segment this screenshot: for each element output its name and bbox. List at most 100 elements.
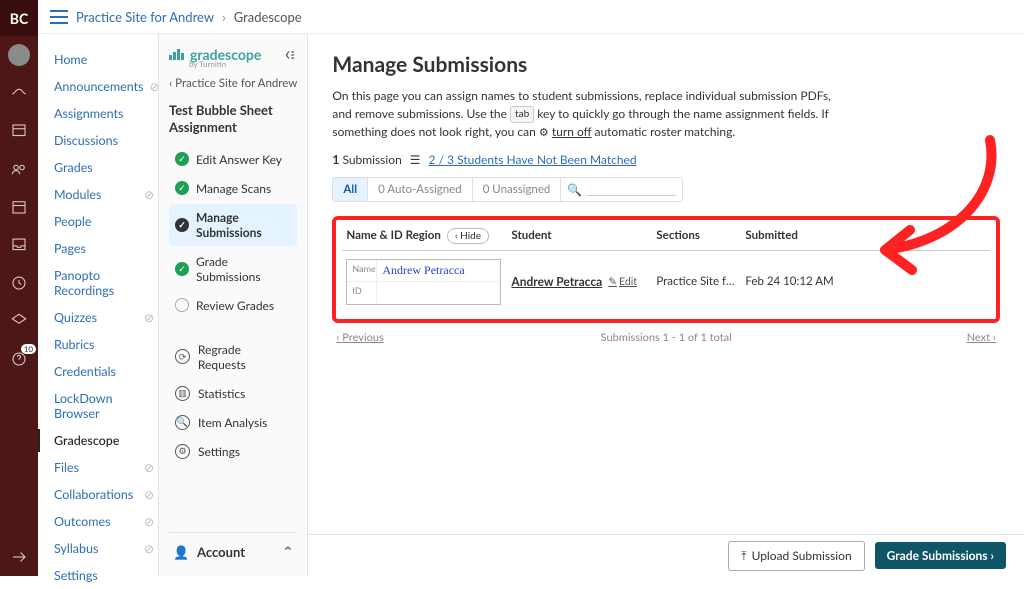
coursenav-item[interactable]: Rubrics — [48, 331, 158, 358]
coursenav-item[interactable]: Panopto Recordings — [48, 262, 158, 304]
courses-icon[interactable] — [8, 120, 30, 142]
prev-page-link[interactable]: ‹ Previous — [336, 331, 383, 344]
gradescope-sidebar: gradescope by Turnitin ‹ Practice Site f… — [158, 34, 308, 576]
tab-key-icon: tab — [510, 106, 534, 123]
grade-submissions-button[interactable]: Grade Submissions › — [875, 542, 1006, 569]
collapse-nav-icon[interactable] — [8, 546, 30, 568]
coursenav-item[interactable]: People — [48, 208, 158, 235]
step-manage-scans[interactable]: Manage Scans — [169, 175, 297, 202]
step-edit-answer-key[interactable]: Edit Answer Key — [169, 146, 297, 173]
edit-student-link[interactable]: ✎Edit — [608, 276, 637, 288]
hidden-icon: ⊘ — [144, 187, 154, 202]
turn-off-link[interactable]: turn off — [552, 124, 592, 139]
handwritten-name: Andrew Petracca — [377, 260, 469, 281]
pencil-icon: ✎ — [608, 276, 617, 288]
analysis-icon: 🔍 — [175, 415, 190, 430]
col-sections: Sections — [656, 229, 745, 242]
page-description: On this page you can assign names to stu… — [332, 87, 852, 142]
course-nav-toggle-icon[interactable] — [50, 10, 68, 24]
step-grade-submissions[interactable]: Grade Submissions — [169, 248, 297, 290]
next-page-link[interactable]: Next › — [967, 331, 996, 344]
upload-submission-button[interactable]: ⤒Upload Submission — [728, 541, 864, 571]
page-footer: ⤒Upload Submission Grade Submissions › — [308, 534, 1024, 576]
main-content: Manage Submissions On this page you can … — [308, 34, 1024, 576]
hidden-icon: ⊘ — [144, 310, 154, 325]
tool-regrade-requests[interactable]: ⟳Regrade Requests — [169, 337, 297, 377]
coursenav-label: Quizzes — [54, 310, 97, 325]
stats-icon: ▥ — [175, 386, 190, 401]
coursenav-item[interactable]: Pages — [48, 235, 158, 262]
account-toggle[interactable]: 👤 Account ⌃ — [169, 532, 297, 564]
user-icon: 👤 — [173, 544, 189, 560]
coursenav-item[interactable]: Files⊘ — [48, 454, 158, 481]
dashboard-icon[interactable] — [8, 82, 30, 104]
course-nav: HomeAnnouncements⊘AssignmentsDiscussions… — [38, 34, 158, 576]
coursenav-item[interactable]: Syllabus⊘ — [48, 535, 158, 562]
coursenav-label: Pages — [54, 241, 86, 256]
coursenav-item[interactable]: Modules ⊘ — [48, 181, 158, 208]
row-section: Practice Site for Andr... — [656, 275, 745, 288]
coursenav-item[interactable]: Assignments — [48, 100, 158, 127]
tool-statistics[interactable]: ▥Statistics — [169, 381, 297, 406]
hidden-icon: ⊘ — [144, 460, 154, 475]
gradescope-back-link[interactable]: ‹ Practice Site for Andrew — [169, 77, 297, 90]
inbox-icon[interactable] — [8, 234, 30, 256]
coursenav-item[interactable]: Collaborations⊘ — [48, 481, 158, 508]
coursenav-label: Rubrics — [54, 337, 94, 352]
coursenav-item[interactable]: Credentials — [48, 358, 158, 385]
account-avatar-icon[interactable] — [8, 44, 30, 66]
check-icon — [175, 181, 189, 195]
id-label: ID — [347, 282, 377, 304]
coursenav-item[interactable]: Home — [48, 46, 158, 73]
annotation-arrow-icon — [840, 130, 1010, 290]
filter-auto-assigned[interactable]: 0 Auto-Assigned — [368, 178, 473, 201]
history-icon[interactable] — [8, 272, 30, 294]
unmatched-students-link[interactable]: 2 / 3 Students Have Not Been Matched — [429, 152, 637, 167]
student-link[interactable]: Andrew Petracca — [511, 274, 602, 289]
gear-icon: ⚙ — [539, 126, 549, 139]
name-label: Name — [347, 260, 377, 281]
chevron-up-icon: ⌃ — [282, 543, 293, 560]
regrade-icon: ⟳ — [175, 349, 190, 364]
breadcrumb: Practice Site for Andrew › Gradescope — [38, 0, 1024, 34]
gear-icon: ⚙ — [175, 444, 190, 459]
global-nav-rail: BC 10 — [0, 0, 38, 576]
institution-logo[interactable]: BC — [0, 0, 38, 36]
tool-item-analysis[interactable]: 🔍Item Analysis — [169, 410, 297, 435]
search-input[interactable] — [586, 183, 676, 196]
help-icon[interactable]: 10 — [8, 348, 30, 370]
coursenav-label: Home — [54, 52, 87, 67]
pagination: ‹ Previous Submissions 1 - 1 of 1 total … — [332, 331, 1000, 344]
coursenav-label: Announcements — [54, 79, 144, 94]
coursenav-item[interactable]: Outcomes⊘ — [48, 508, 158, 535]
commons-icon[interactable] — [8, 310, 30, 332]
coursenav-label: Collaborations — [54, 487, 133, 502]
calendar-icon[interactable] — [8, 196, 30, 218]
step-review-grades[interactable]: Review Grades — [169, 292, 297, 319]
coursenav-item[interactable]: Discussions — [48, 127, 158, 154]
coursenav-label: Assignments — [54, 106, 123, 121]
hide-region-button[interactable]: ‹ Hide — [447, 228, 489, 244]
coursenav-item[interactable]: Gradescope — [48, 427, 158, 454]
coursenav-item[interactable]: Announcements⊘ — [48, 73, 158, 100]
breadcrumb-course-link[interactable]: Practice Site for Andrew — [76, 9, 214, 25]
step-manage-submissions[interactable]: Manage Submissions — [169, 204, 297, 246]
breadcrumb-current: Gradescope — [234, 9, 302, 25]
coursenav-label: People — [54, 214, 91, 229]
coursenav-label: Panopto Recordings — [54, 268, 154, 298]
filter-unassigned[interactable]: 0 Unassigned — [473, 178, 562, 201]
coursenav-label: Discussions — [54, 133, 118, 148]
coursenav-item[interactable]: LockDown Browser — [48, 385, 158, 427]
coursenav-item[interactable]: Grades — [48, 154, 158, 181]
gradescope-logo-icon — [169, 49, 184, 60]
gradescope-subbrand: by Turnitin — [189, 59, 297, 69]
coursenav-label: Modules — [54, 187, 101, 202]
tool-settings[interactable]: ⚙Settings — [169, 439, 297, 464]
groups-icon[interactable] — [8, 158, 30, 180]
col-student: Student — [511, 229, 656, 242]
coursenav-item[interactable]: Quizzes ⊘ — [48, 304, 158, 331]
filter-all[interactable]: All — [333, 178, 368, 201]
filter-tabs: All 0 Auto-Assigned 0 Unassigned 🔍 — [332, 177, 683, 202]
page-title: Manage Submissions — [332, 52, 1000, 77]
list-icon: ☰ — [410, 152, 421, 167]
